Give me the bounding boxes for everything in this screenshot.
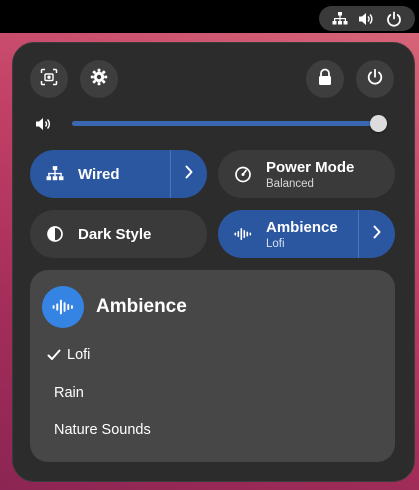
ambience-toggle[interactable]: Ambience Lofi xyxy=(218,210,395,258)
lock-button[interactable] xyxy=(306,60,344,98)
ambience-toggle-title: Ambience xyxy=(266,218,338,236)
dark-style-toggle[interactable]: Dark Style xyxy=(30,210,207,258)
power-icon xyxy=(366,68,384,91)
wired-toggle-main[interactable]: Wired xyxy=(30,150,170,198)
lock-icon xyxy=(317,68,333,91)
screenshot-icon xyxy=(40,68,58,91)
waveform-icon xyxy=(232,223,254,245)
volume-slider[interactable] xyxy=(72,115,387,132)
gear-icon xyxy=(90,68,108,91)
top-bar xyxy=(0,0,419,33)
wired-toggle[interactable]: Wired xyxy=(30,150,207,198)
menu-item-nature-sounds[interactable]: Nature Sounds xyxy=(54,418,151,442)
chevron-right-icon xyxy=(372,225,382,244)
power-icon xyxy=(385,10,403,28)
menu-item-label: Rain xyxy=(54,385,84,401)
wired-toggle-title: Wired xyxy=(78,165,120,183)
chevron-right-icon xyxy=(184,165,194,184)
screenshot-button[interactable] xyxy=(30,60,68,98)
volume-slider-fill xyxy=(72,121,378,126)
checkmark-icon xyxy=(47,349,67,361)
menu-item-label: Lofi xyxy=(67,347,91,363)
volume-icon[interactable] xyxy=(33,113,55,135)
gauge-icon xyxy=(232,163,254,185)
power-mode-subtitle: Balanced xyxy=(266,177,314,190)
dark-style-title: Dark Style xyxy=(78,225,152,243)
network-wired-icon xyxy=(44,163,66,185)
ambience-menu-title: Ambience xyxy=(96,296,187,317)
volume-slider-handle[interactable] xyxy=(370,115,387,132)
menu-item-rain[interactable]: Rain xyxy=(54,381,84,405)
power-mode-toggle[interactable]: Power Mode Balanced xyxy=(218,150,395,198)
menu-item-label: Nature Sounds xyxy=(54,422,151,438)
waveform-icon xyxy=(42,286,84,328)
power-button[interactable] xyxy=(356,60,394,98)
dark-style-icon xyxy=(44,223,66,245)
network-wired-icon xyxy=(331,10,349,28)
ambience-menu-header: Ambience xyxy=(42,286,187,328)
volume-icon xyxy=(358,10,376,28)
ambience-menu: Ambience Lofi Rain Nature Sounds xyxy=(30,270,395,462)
settings-button[interactable] xyxy=(80,60,118,98)
ambience-toggle-subtitle: Lofi xyxy=(266,237,285,250)
ambience-toggle-main[interactable]: Ambience Lofi xyxy=(218,210,358,258)
power-mode-title: Power Mode xyxy=(266,158,355,176)
menu-item-lofi[interactable]: Lofi xyxy=(47,343,90,367)
system-tray[interactable] xyxy=(319,6,415,31)
